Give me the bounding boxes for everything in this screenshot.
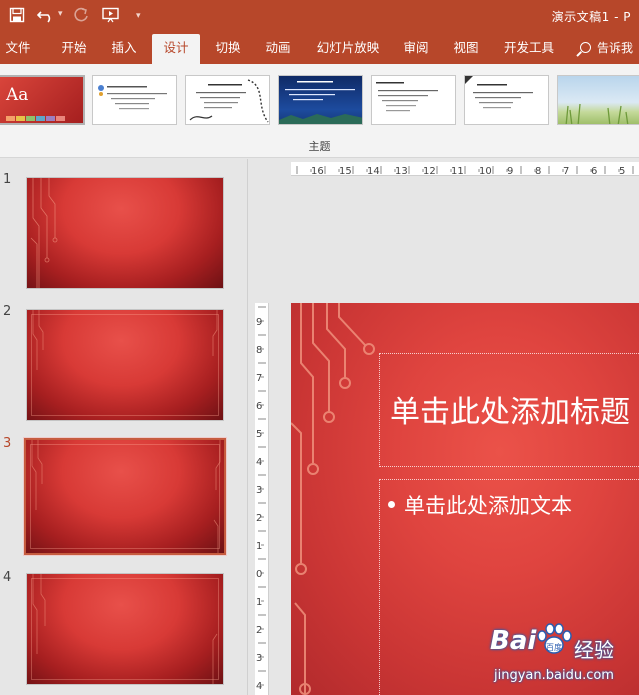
slide-thumbnail-2[interactable] xyxy=(26,309,224,421)
slide-thumbnail-4[interactable] xyxy=(26,573,224,685)
slide-thumbnail-3[interactable] xyxy=(24,438,226,555)
ruler-tick-label: 12 xyxy=(423,166,436,177)
paw-text: 百度 xyxy=(546,642,562,652)
theme-corner[interactable] xyxy=(464,75,549,125)
theme-swatch xyxy=(36,116,45,121)
ruler-tick-label: 3 xyxy=(256,653,262,664)
title-bar: ▾ ▾ 演示文稿1 - P xyxy=(0,0,639,34)
ruler-ticks: 9 8 7 6 5 4 3 2 1 0 1 2 3 4 xyxy=(256,306,266,692)
ruler-tick-label: 11 xyxy=(451,166,464,177)
ribbon-tabs: 文件 开始 插入 设计 切换 动画 幻灯片放映 审阅 视图 开发工具 告诉我 xyxy=(0,34,639,64)
ruler-tick-label: 14 xyxy=(367,166,380,177)
tab-developer[interactable]: 开发工具 xyxy=(496,34,562,64)
ruler-tick-label: 1 xyxy=(256,597,262,608)
ruler-tick-label: 4 xyxy=(256,681,262,692)
ruler-tick-label: 13 xyxy=(395,166,408,177)
undo-dropdown-icon[interactable]: ▾ xyxy=(58,9,63,19)
ruler-tick-label: 0 xyxy=(256,569,262,580)
theme-office-preview xyxy=(98,85,167,110)
theme-swatch xyxy=(56,116,65,121)
ruler-tick-label: 8 xyxy=(256,345,262,356)
theme-aa-label: Aa xyxy=(6,85,29,105)
circuit-pattern xyxy=(31,440,221,553)
redo-icon[interactable] xyxy=(73,7,89,28)
circuit-pattern xyxy=(30,178,58,288)
design-ribbon: Aa 主题 xyxy=(0,64,639,158)
circuit-pattern xyxy=(32,310,218,370)
title-placeholder[interactable]: 单击此处添加标题 xyxy=(379,353,639,467)
slide-number: 2 xyxy=(3,304,12,319)
tab-transitions[interactable]: 切换 xyxy=(206,34,250,64)
body-placeholder-text: 单击此处添加文本 xyxy=(404,494,572,518)
tab-home[interactable]: 开始 xyxy=(54,34,94,64)
theme-swatch xyxy=(6,116,15,121)
watermark-brand: 经验 xyxy=(574,638,614,662)
ruler-tick-label: 5 xyxy=(256,429,262,440)
theme-field-preview xyxy=(565,103,629,124)
bullet-dot-icon xyxy=(388,501,395,508)
themes-group-label: 主题 xyxy=(308,140,331,153)
theme-curve[interactable] xyxy=(185,75,270,125)
ruler-tick-label: 6 xyxy=(591,166,597,177)
present-from-start-icon[interactable] xyxy=(102,7,120,28)
theme-swatch xyxy=(26,116,35,121)
tell-me-search[interactable]: 告诉我 xyxy=(580,34,633,64)
ruler-tick-label: 7 xyxy=(256,373,262,384)
document-title: 演示文稿1 - P xyxy=(551,10,631,24)
horizontal-ruler: 16 15 14 13 12 11 10 9 8 7 6 5 xyxy=(291,162,639,177)
baidu-jingyan-watermark: Bai 百度 经验 jingyan.baidu.com xyxy=(486,623,636,690)
theme-corner-preview xyxy=(465,76,533,109)
theme-swatch xyxy=(46,116,55,121)
tab-file[interactable]: 文件 xyxy=(0,34,36,64)
theme-current[interactable]: Aa xyxy=(0,75,85,125)
save-icon[interactable] xyxy=(9,7,25,28)
watermark-logo: Bai xyxy=(490,626,537,656)
tab-view[interactable]: 视图 xyxy=(446,34,486,64)
theme-swatch xyxy=(16,116,25,121)
watermark-url: jingyan.baidu.com xyxy=(494,668,614,683)
tab-review[interactable]: 审阅 xyxy=(396,34,436,64)
ruler-tick-label: 3 xyxy=(256,485,262,496)
tell-me-label: 告诉我 xyxy=(597,41,634,55)
vertical-ruler: 9 8 7 6 5 4 3 2 1 0 1 2 3 4 xyxy=(255,303,269,695)
undo-icon[interactable] xyxy=(36,7,55,28)
theme-dark-blue[interactable] xyxy=(278,75,363,125)
ruler-ticks: 16 15 14 13 12 11 10 9 8 7 6 5 xyxy=(296,166,634,177)
theme-plain-preview xyxy=(376,82,438,112)
theme-office[interactable] xyxy=(92,75,177,125)
slide-number: 4 xyxy=(3,570,12,585)
tab-design[interactable]: 设计 xyxy=(152,34,200,64)
ruler-tick-label: 2 xyxy=(256,513,262,524)
ruler-tick-label: 15 xyxy=(339,166,352,177)
ruler-tick-label: 7 xyxy=(563,166,569,177)
customize-qat-icon[interactable]: ▾ xyxy=(136,11,141,21)
slide-number: 3 xyxy=(3,436,12,451)
circuit-pattern xyxy=(32,574,218,684)
ruler-tick-label: 6 xyxy=(256,401,262,412)
ruler-tick-label: 1 xyxy=(256,541,262,552)
theme-dark-blue-preview xyxy=(279,81,362,124)
ruler-tick-label: 2 xyxy=(256,625,262,636)
body-bullet: 单击此处添加文本 xyxy=(388,490,572,520)
ruler-tick-label: 8 xyxy=(535,166,541,177)
title-placeholder-text: 单击此处添加标题 xyxy=(390,395,630,430)
slide-number: 1 xyxy=(3,172,12,187)
ruler-tick-label: 16 xyxy=(311,166,324,177)
slide-thumbnail-1[interactable] xyxy=(26,177,224,289)
ruler-tick-label: 9 xyxy=(507,166,513,177)
tab-insert[interactable]: 插入 xyxy=(104,34,144,64)
ruler-tick-label: 4 xyxy=(256,457,262,468)
ruler-tick-label: 9 xyxy=(256,317,262,328)
search-icon xyxy=(580,42,591,53)
ruler-tick-label: 10 xyxy=(479,166,492,177)
theme-curve-preview xyxy=(189,79,269,123)
theme-field[interactable] xyxy=(557,75,639,125)
tab-animations[interactable]: 动画 xyxy=(256,34,300,64)
theme-plain[interactable] xyxy=(371,75,456,125)
paw-icon: 百度 xyxy=(537,623,572,654)
ruler-tick-label: 5 xyxy=(619,166,625,177)
tab-slideshow[interactable]: 幻灯片放映 xyxy=(308,34,388,64)
